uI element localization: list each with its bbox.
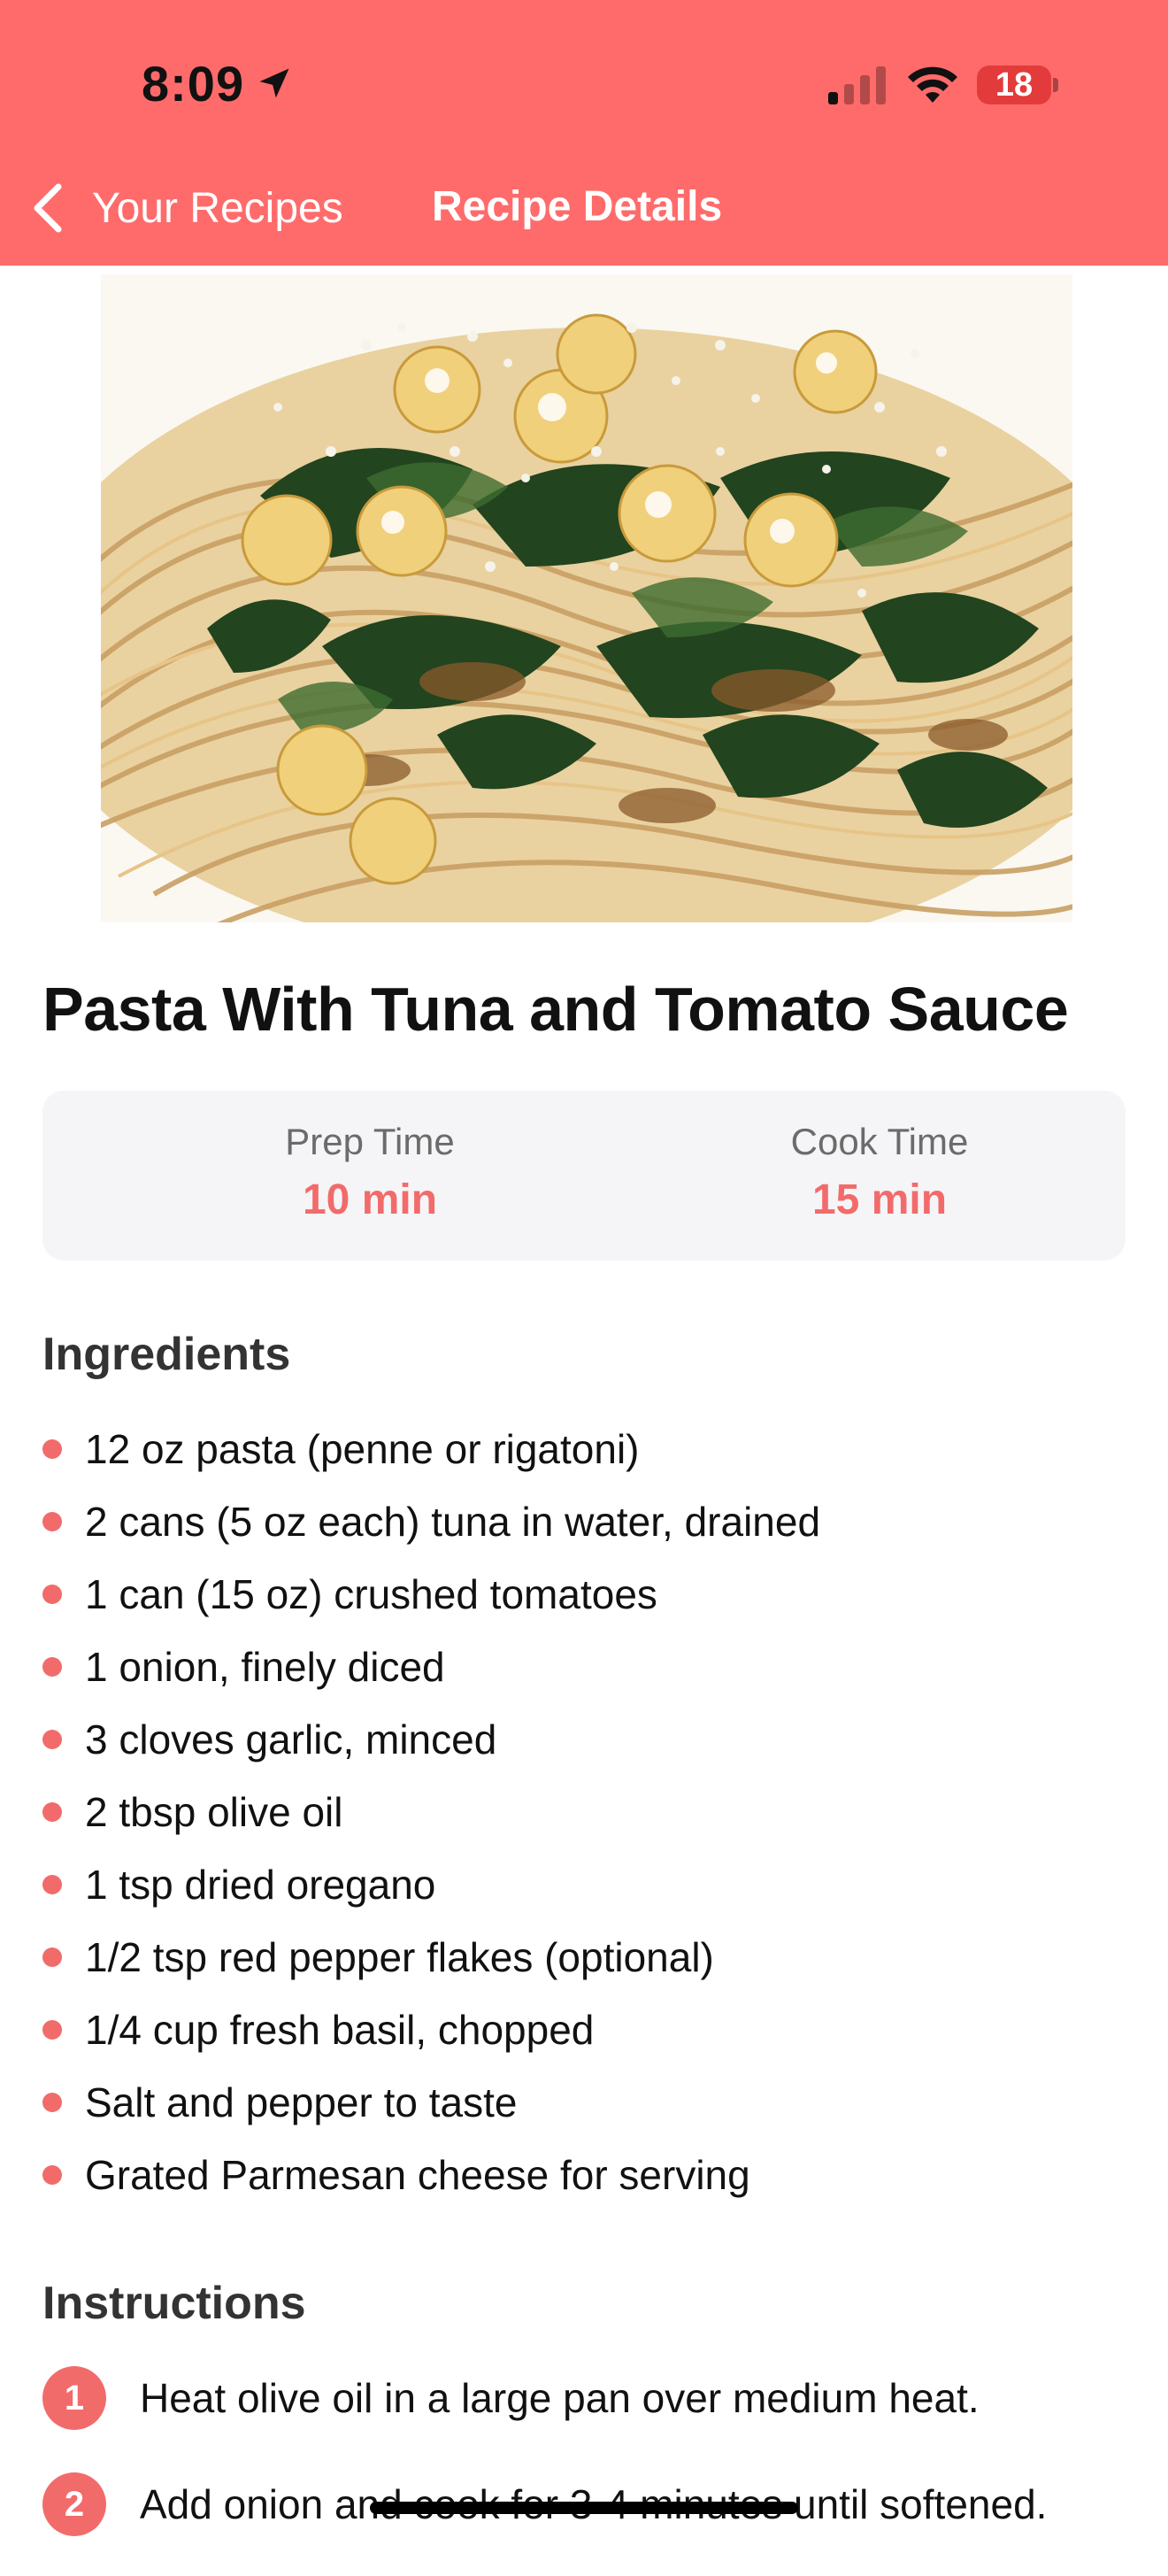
- ingredient-text: 1 onion, finely diced: [85, 1644, 445, 1690]
- recipe-image: [101, 274, 1072, 922]
- ingredient-text: Salt and pepper to taste: [85, 2079, 518, 2125]
- ingredient-text: 1/2 tsp red pepper flakes (optional): [85, 1934, 714, 1980]
- nav-title: Recipe Details: [432, 183, 723, 230]
- ingredient-text: 3 cloves garlic, minced: [85, 1716, 497, 1762]
- bullet-icon: [42, 1512, 62, 1531]
- bullet-icon: [42, 1875, 62, 1894]
- instructions-heading: Instructions: [42, 2278, 306, 2329]
- chevron-left-icon: [34, 183, 62, 233]
- cellular-signal-icon: [828, 66, 886, 104]
- bullet-icon: [42, 1730, 62, 1749]
- list-item: 1 onion, finely diced: [42, 1631, 1140, 1703]
- back-button-label: Your Recipes: [92, 184, 343, 232]
- battery-level: 18: [977, 66, 1051, 104]
- ingredient-text: 2 cans (5 oz each) tuna in water, draine…: [85, 1499, 821, 1545]
- ingredient-text: Grated Parmesan cheese for serving: [85, 2152, 750, 2198]
- step-text: Heat olive oil in a large pan over mediu…: [140, 2375, 980, 2421]
- ingredient-text: 1 can (15 oz) crushed tomatoes: [85, 1571, 657, 1617]
- bullet-icon: [42, 1439, 62, 1459]
- prep-time: Prep Time 10 min: [193, 1121, 547, 1224]
- bullet-icon: [42, 1802, 62, 1822]
- instructions-list: 1 Heat olive oil in a large pan over med…: [42, 2364, 1149, 2576]
- list-item: Grated Parmesan cheese for serving: [42, 2139, 1140, 2211]
- step-number-badge: 2: [42, 2472, 106, 2536]
- bullet-icon: [42, 2020, 62, 2040]
- home-indicator[interactable]: [370, 2502, 798, 2514]
- ingredients-list: 12 oz pasta (penne or rigatoni) 2 cans (…: [42, 1413, 1140, 2211]
- wifi-icon: [908, 66, 957, 103]
- bullet-icon: [42, 2165, 62, 2185]
- header-bar: 8:09 18 Your Recipes Recipe Details: [0, 0, 1168, 266]
- prep-time-value: 10 min: [302, 1176, 438, 1223]
- status-time: 8:09: [142, 56, 245, 112]
- list-item: 2 tbsp olive oil: [42, 1776, 1140, 1848]
- list-item: 1 can (15 oz) crushed tomatoes: [42, 1558, 1140, 1631]
- step-number-badge: 1: [42, 2366, 106, 2430]
- ingredient-text: 1/4 cup fresh basil, chopped: [85, 2007, 595, 2053]
- bullet-icon: [42, 1585, 62, 1604]
- bullet-icon: [42, 1947, 62, 1967]
- bullet-icon: [42, 1657, 62, 1677]
- list-item: Salt and pepper to taste: [42, 2066, 1140, 2139]
- ingredients-heading: Ingredients: [42, 1329, 291, 1380]
- list-item: 12 oz pasta (penne or rigatoni): [42, 1413, 1140, 1485]
- cook-time-label: Cook Time: [790, 1121, 969, 1162]
- time-summary-card: Prep Time 10 min Cook Time 15 min: [42, 1091, 1126, 1261]
- bullet-icon: [42, 2093, 62, 2112]
- list-item: 1 tsp dried oregano: [42, 1848, 1140, 1921]
- pasta-dish-illustration: [101, 274, 1072, 922]
- list-item: 1/2 tsp red pepper flakes (optional): [42, 1921, 1140, 1994]
- cook-time-value: 15 min: [811, 1176, 948, 1223]
- ingredient-text: 1 tsp dried oregano: [85, 1862, 436, 1908]
- back-button[interactable]: Your Recipes: [30, 177, 343, 239]
- ingredient-text: 12 oz pasta (penne or rigatoni): [85, 1426, 640, 1472]
- instruction-step: 1 Heat olive oil in a large pan over med…: [42, 2364, 1149, 2433]
- prep-time-label: Prep Time: [285, 1121, 455, 1162]
- ingredient-text: 2 tbsp olive oil: [85, 1789, 343, 1835]
- location-arrow-icon: [259, 68, 289, 98]
- list-item: 1/4 cup fresh basil, chopped: [42, 1994, 1140, 2066]
- battery-icon: 18: [977, 66, 1058, 104]
- list-item: 3 cloves garlic, minced: [42, 1703, 1140, 1776]
- cook-time: Cook Time 15 min: [703, 1121, 1057, 1224]
- recipe-title: Pasta With Tuna and Tomato Sauce: [42, 975, 1069, 1044]
- list-item: 2 cans (5 oz each) tuna in water, draine…: [42, 1485, 1140, 1558]
